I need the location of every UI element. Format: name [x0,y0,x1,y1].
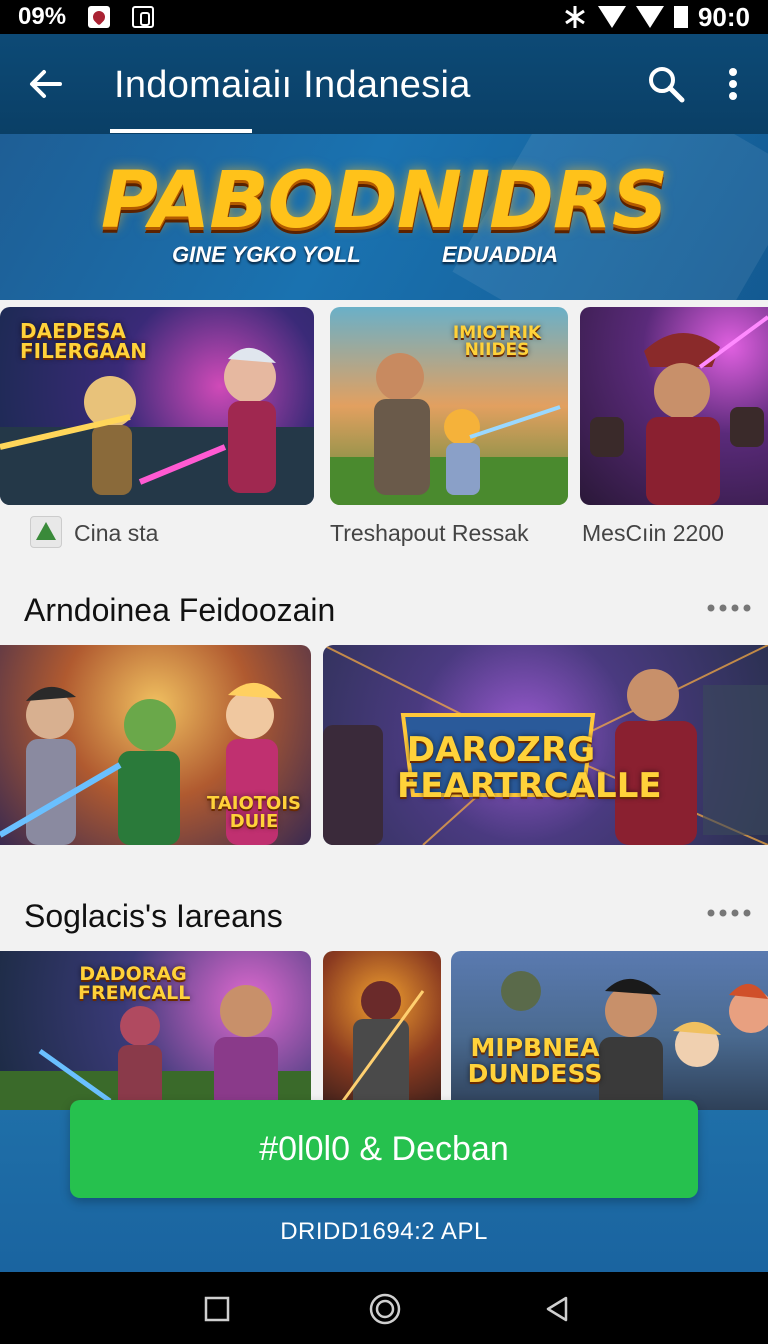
featured-card[interactable]: IMIOTRIK NIIDES [330,307,568,505]
card-art-title: IMIOTRIK NIIDES [452,323,542,360]
card-label[interactable]: MesCıin 2200 [582,520,724,547]
card-art-title: MIPBNEA DUNDESS [467,1033,603,1089]
banner-subtitle-left: GINE YGKO YOLL [172,242,361,267]
app-bar: Indomaiaiı Indanesia [0,34,768,134]
battery-percent-text: 09% [18,3,67,30]
game-card[interactable] [323,951,441,1121]
game-card[interactable]: MIPBNEA DUNDESS [451,951,768,1121]
home-circle-icon[interactable] [368,1292,402,1326]
status-right: 90:0 [562,2,750,33]
search-icon[interactable] [646,64,686,104]
status-bar: 09% 90:0 [0,0,768,34]
banner-subtitle-right: EDUADDIA [442,242,559,267]
game-card[interactable]: DAROZRG FEARTRCALLE [323,645,768,845]
signal-icon [635,6,664,28]
install-subtext: DRIDD1694:2 APL [280,1218,488,1245]
more-horiz-icon[interactable] [706,908,752,918]
page-title: Indomaiaiı Indanesia [114,64,471,106]
card-art-title: DAEDESA FILERGAAN [20,319,148,363]
section-title: Soglacis's Iareans [24,898,283,934]
card-art-title: DAROZRG FEARTRCALLE [397,730,662,806]
system-nav-bar [0,1272,768,1344]
section-title: Arndoinea Feidoozain [24,592,336,628]
card-art-title: TAIOTOIS DUIE [206,793,302,832]
status-left: 09% [18,3,155,31]
hero-banner[interactable]: PABODNIDRS GINE YGKO YOLL EDUADDIA [0,134,768,300]
recents-square-icon[interactable] [202,1294,232,1324]
install-button[interactable]: #0l0l0 & Decban [70,1100,698,1198]
featured-card[interactable]: DAEDESA FILERGAAN [0,307,314,505]
card-label[interactable]: Treshapout Ressak [330,520,529,547]
back-arrow-icon[interactable] [26,64,66,104]
battery-icon [673,6,688,28]
more-horiz-icon[interactable] [706,603,752,613]
clock: 90:0 [697,1,750,32]
game-card[interactable]: DADORAG FREMCALL [0,951,311,1121]
title-underline [110,129,252,133]
banner-logo: PABODNIDRS [100,156,668,246]
card-artwork [590,315,768,505]
game-card[interactable]: TAIOTOIS DUIE [0,645,311,845]
card-art-title: DADORAG FREMCALL [78,963,191,1004]
photo-notification-icon [88,6,111,28]
back-triangle-icon[interactable] [542,1294,572,1324]
more-vert-icon[interactable] [718,64,748,104]
featured-card[interactable] [580,307,768,505]
clipboard-notification-icon [132,6,155,28]
card-artwork [341,981,425,1121]
app-icon[interactable] [30,516,62,548]
vibrate-icon [565,6,585,28]
wifi-icon [597,6,626,28]
card-label[interactable]: Cina sta [74,520,158,547]
